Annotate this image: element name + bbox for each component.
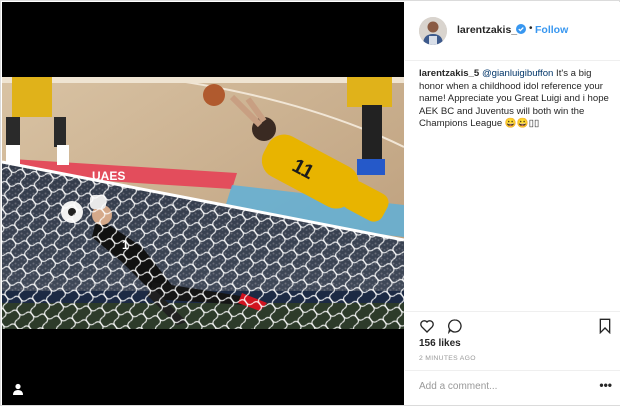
post-timestamp[interactable]: 2 MINUTES AGO [419, 355, 476, 362]
verified-badge-icon [516, 24, 526, 34]
comment-bar: ••• [405, 370, 620, 406]
follow-button[interactable]: Follow [535, 24, 568, 36]
post-media[interactable]: UAES 11 [2, 2, 404, 405]
comment-icon[interactable] [447, 318, 463, 334]
bookmark-icon[interactable] [597, 318, 613, 334]
username-link[interactable]: larentzakis_5 [457, 24, 523, 36]
post-side-panel: larentzakis_5 • Follow larentzakis_5 @gi… [405, 2, 620, 405]
caption-username[interactable]: larentzakis_5 [419, 68, 479, 79]
post-frame: UAES 11 larentzakis_5 • Follow larentzak… [0, 0, 620, 406]
avatar[interactable] [419, 17, 447, 45]
post-caption: larentzakis_5 @gianluigibuffon It's a bi… [419, 68, 609, 131]
post-header: larentzakis_5 • Follow [405, 2, 620, 61]
media-image: UAES 11 [2, 77, 404, 329]
action-bar [405, 311, 620, 338]
caption-mention[interactable]: @gianluigibuffon [482, 68, 553, 79]
comment-input[interactable] [419, 381, 589, 392]
heart-icon[interactable] [419, 318, 435, 334]
likes-count[interactable]: 156 likes [419, 338, 461, 349]
separator-dot: • [529, 23, 533, 34]
more-options-button[interactable]: ••• [599, 378, 612, 392]
tag-icon[interactable] [11, 382, 25, 396]
